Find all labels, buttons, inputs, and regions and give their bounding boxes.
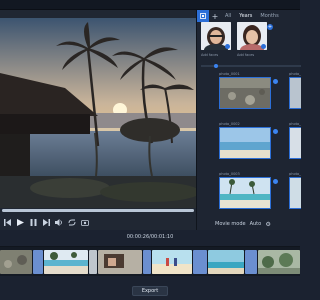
selected-check-icon [225, 44, 230, 49]
selected-check-icon [273, 129, 278, 134]
play-icon[interactable] [16, 218, 24, 226]
player-panel [0, 10, 196, 230]
faces-row: Add faces + Add faces [201, 22, 301, 62]
selected-check-icon [273, 79, 278, 84]
video-preview[interactable] [0, 18, 196, 208]
transition-marker[interactable] [193, 250, 207, 274]
timeline-clip[interactable] [44, 250, 88, 274]
face-card[interactable]: Add faces [201, 22, 231, 60]
add-face-icon[interactable]: + [267, 24, 273, 30]
face-card[interactable]: + Add faces [237, 22, 273, 60]
media-item[interactable]: photo_0006 [289, 172, 301, 209]
media-item[interactable]: photo_0001 [219, 72, 278, 109]
media-thumbnail [219, 77, 271, 109]
sunset-resort-frame [0, 18, 196, 208]
media-sidebar: + All Years Months Add faces + Add faces… [196, 10, 301, 230]
sidebar-footer: Movie mode Auto ⚙ [197, 218, 301, 230]
timeline-clip[interactable] [258, 250, 300, 274]
volume-icon[interactable] [55, 218, 63, 226]
timeline [0, 246, 300, 276]
step-forward-icon[interactable] [42, 218, 50, 226]
media-item[interactable]: photo_0005 [289, 122, 301, 159]
transition-marker[interactable] [33, 250, 43, 274]
timeline-clip[interactable] [89, 250, 97, 274]
playback-progress[interactable] [2, 209, 194, 212]
export-button[interactable]: Export [132, 286, 168, 296]
movie-mode-label: Movie mode [215, 221, 246, 227]
add-icon[interactable]: + [209, 10, 221, 22]
group-divider [201, 64, 301, 68]
tab-years[interactable]: Years [235, 13, 256, 19]
media-thumbnail [289, 77, 301, 109]
playback-controls [0, 215, 196, 229]
media-item[interactable]: photo_0002 [219, 122, 278, 159]
gear-icon[interactable]: ⚙ [265, 221, 271, 228]
tab-months[interactable]: Months [256, 13, 282, 19]
import-icon[interactable] [197, 10, 209, 22]
media-list: photo_0001 photo_0002 photo_0003 photo_0… [197, 72, 301, 222]
back-icon[interactable] [3, 218, 11, 226]
media-thumbnail [219, 127, 271, 159]
media-thumbnail [289, 177, 301, 209]
auto-dropdown[interactable]: Auto [250, 221, 262, 227]
tab-all[interactable]: All [221, 13, 235, 19]
expand-dot-icon[interactable] [214, 64, 218, 68]
media-thumbnail [289, 127, 301, 159]
face-label: Add faces [237, 53, 255, 57]
timecode: 00:00:26/00:01:10 [126, 234, 174, 240]
progress-fill [2, 209, 194, 212]
media-item[interactable]: photo_0003 [219, 172, 278, 209]
selected-check-icon [273, 179, 278, 184]
loop-icon[interactable] [68, 218, 76, 226]
timeline-clip[interactable] [98, 250, 142, 274]
bottom-bar: Export [0, 280, 300, 300]
transition-marker[interactable] [143, 250, 151, 274]
media-item[interactable]: photo_0004 [289, 72, 301, 109]
selected-check-icon [261, 44, 266, 49]
timeline-clip[interactable] [208, 250, 244, 274]
sidebar-toolbar: + All Years Months [197, 10, 301, 22]
screenshot-icon[interactable] [81, 218, 89, 226]
transition-marker[interactable] [245, 250, 257, 274]
top-bar [0, 0, 300, 10]
timeline-clip[interactable] [0, 250, 32, 274]
timecode-row: 00:00:26/00:01:10 [0, 230, 300, 244]
media-thumbnail [219, 177, 271, 209]
timeline-clip[interactable] [152, 250, 192, 274]
pause-icon[interactable] [29, 218, 37, 226]
face-label: Add faces [201, 53, 219, 57]
